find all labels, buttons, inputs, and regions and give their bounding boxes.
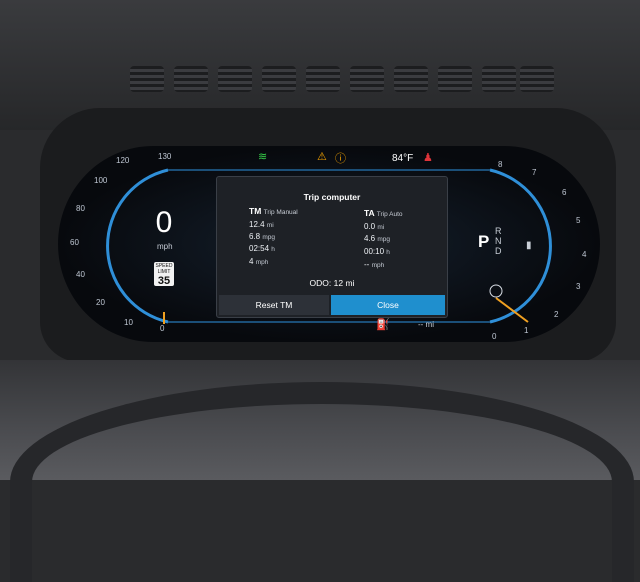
speed-limit-value: 35 (157, 275, 171, 287)
ta-economy-unit: mpg (377, 236, 391, 243)
gear-indicator: P (478, 232, 490, 251)
gear-n: N (495, 236, 502, 246)
tm-distance-unit: mi (266, 222, 274, 229)
auto-hold-icon (489, 284, 503, 298)
gear-r: R (495, 226, 502, 236)
vent-slot (438, 66, 472, 92)
tm-time: 02:54 h (249, 244, 275, 253)
speed-unit: mph (157, 242, 173, 251)
tm-name: Trip Manual (263, 209, 298, 216)
vent-slot (482, 66, 516, 92)
headlight-icon: ≋ (258, 151, 268, 163)
reset-tm-button[interactable]: Reset TM (219, 295, 329, 315)
close-button[interactable]: Close (331, 295, 445, 315)
speedo-tick: 130 (158, 152, 172, 161)
tach-tick: 3 (576, 282, 581, 291)
tach-tick: 8 (498, 160, 503, 169)
fuel-pump-icon: ⛽ (376, 319, 390, 331)
odo-label: ODO: (309, 278, 332, 288)
vent-slot (130, 66, 164, 92)
tm-code: TM (249, 206, 262, 216)
outside-temperature: 84°F (392, 153, 414, 164)
gear-list: R N D (495, 226, 505, 256)
steering-wheel (10, 382, 634, 582)
speed-limit-sign: SPEED LIMIT 35 (154, 262, 174, 287)
tm-time-unit: h (271, 246, 275, 253)
tm-time-value: 02:54 (249, 244, 270, 253)
range-readout: -- mi (418, 320, 434, 329)
speedo-tick: 60 (70, 238, 79, 247)
warning-icon: ⚠ (317, 151, 327, 163)
speedo-tick: 80 (76, 204, 85, 213)
ta-code: TA (364, 208, 375, 218)
speedo-tick: 20 (96, 298, 105, 307)
tm-avg-speed: 4 mph (249, 257, 268, 266)
tm-distance-value: 12.4 (249, 220, 265, 229)
vent-slot (394, 66, 428, 92)
speedo-tick: 100 (94, 176, 108, 185)
tm-distance: 12.4 mi (249, 220, 274, 229)
ta-time: 00:10 h (364, 247, 390, 256)
vent-slot (306, 66, 340, 92)
ta-distance-unit: mi (377, 224, 385, 231)
tach-tick: 1 (524, 326, 529, 335)
tm-economy: 6.8 mpg (249, 232, 275, 241)
dialog-title: Trip computer (303, 192, 361, 202)
vent-slot (520, 66, 554, 92)
ta-time-value: 00:10 (364, 247, 385, 256)
speedo-tick: 120 (116, 156, 130, 165)
ta-distance-value: 0.0 (364, 222, 376, 231)
vent-slot (350, 66, 384, 92)
ta-avg-speed: -- mph (364, 260, 384, 269)
ta-time-unit: h (386, 249, 390, 256)
odo-value: 12 (333, 278, 344, 288)
tach-tick: 5 (576, 216, 581, 225)
speedo-tick: 0 (160, 324, 165, 333)
speedo-tick: 10 (124, 318, 133, 327)
speed-limit-label: SPEED LIMIT (155, 263, 173, 275)
vent-slot (174, 66, 208, 92)
ta-avg-speed-unit: mph (371, 262, 385, 269)
tm-avg-speed-unit: mph (255, 259, 269, 266)
tach-tick: 6 (562, 188, 567, 197)
seatbelt-icon: ♟ (423, 152, 433, 164)
tm-avg-speed-value: 4 (249, 257, 254, 266)
ta-economy-value: 4.6 (364, 234, 376, 243)
ta-distance: 0.0 mi (364, 222, 384, 231)
battery-icon: ▮ (526, 240, 532, 251)
ta-header: TA Trip Auto (364, 208, 403, 218)
gear-d: D (495, 246, 502, 256)
speedo-tick: 40 (76, 270, 85, 279)
tm-header: TM Trip Manual (249, 206, 298, 216)
speed-readout: 0 (155, 206, 173, 239)
ta-economy: 4.6 mpg (364, 234, 390, 243)
vent-slot (262, 66, 296, 92)
ta-avg-speed-value: -- (364, 260, 370, 269)
info-icon: ⓘ (335, 153, 346, 165)
trip-computer-dialog: Trip computer TM Trip Manual 12.4 mi 6.8… (216, 176, 448, 318)
tach-tick: 7 (532, 168, 537, 177)
odo-unit: mi (345, 278, 355, 288)
tach-tick: 4 (582, 250, 587, 259)
tm-economy-unit: mpg (262, 234, 276, 241)
odometer: ODO: 12 mi (217, 278, 447, 288)
tach-tick: 2 (554, 310, 559, 319)
ta-name: Trip Auto (376, 211, 403, 218)
vent-slot (218, 66, 252, 92)
tach-tick: 0 (492, 332, 497, 341)
tm-economy-value: 6.8 (249, 232, 261, 241)
